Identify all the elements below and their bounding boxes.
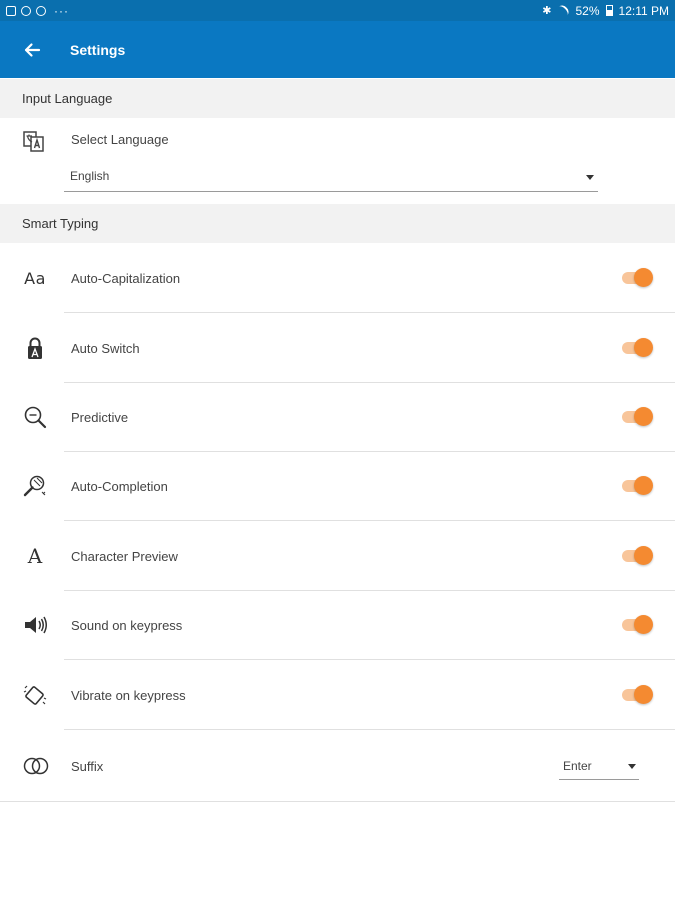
speaker-icon [25,616,47,634]
section-title: Input Language [22,91,113,106]
aa-text-icon: Aa [24,268,46,288]
setting-row-auto-completion: Auto-Completion [0,451,675,521]
select-language-label: Select Language [71,132,169,147]
app-notification-icon [21,5,31,16]
section-header-input-language: Input Language [0,79,675,118]
setting-label: Auto-Completion [71,479,168,494]
rings-icon [23,757,49,775]
setting-row-character-preview: A Character Preview [0,521,675,591]
setting-label: Auto-Capitalization [71,271,181,286]
magic-wand-icon [23,475,46,497]
setting-label: Sound on keypress [71,618,183,633]
status-bar: ··· ✱ 52% 12:11 PM [0,0,675,21]
setting-row-auto-capitalization: Aa Auto-Capitalization [0,243,675,313]
setting-row-sound-on-keypress: Sound on keypress [0,590,675,660]
suffix-dropdown-value: Enter [563,759,592,773]
toggle-thumb [634,407,653,426]
setting-row-vibrate-on-keypress: Vibrate on keypress [0,660,675,730]
setting-label: Suffix [71,759,104,774]
toggle-thumb [634,615,653,634]
setting-label: Character Preview [71,549,178,564]
sound-on-keypress-toggle[interactable] [622,615,653,634]
status-system: ✱ 52% 12:11 PM [542,2,669,19]
back-button[interactable] [0,21,64,78]
magnifier-icon [24,406,47,429]
setting-row-suffix: Suffix Enter [0,730,675,802]
toggle-thumb [634,546,653,565]
setting-row-predictive: Predictive [0,382,675,452]
app-bar: Settings [0,21,675,78]
bluetooth-icon: ✱ [542,5,552,17]
toggle-thumb [634,685,653,704]
setting-row-auto-switch: Auto Switch [0,313,675,383]
setting-label: Auto Switch [71,341,140,356]
language-dropdown-value: English [70,169,110,183]
sync-notification-icon [36,5,46,16]
vibrate-on-keypress-toggle[interactable] [622,685,653,704]
status-time: 12:11 PM [618,3,669,18]
auto-switch-toggle[interactable] [622,338,653,357]
letter-a-icon: A [27,544,43,568]
select-language-setting: Select Language English [0,118,675,204]
battery-percent: 52% [575,3,600,18]
predictive-toggle[interactable] [622,407,653,426]
more-notifications-icon: ··· [54,3,69,18]
language-dropdown[interactable]: English [64,164,598,192]
page-title: Settings [70,41,126,58]
character-preview-toggle[interactable] [622,546,653,565]
toggle-thumb [634,338,653,357]
gallery-notification-icon [6,5,16,16]
wifi-icon [555,2,572,19]
section-title: Smart Typing [22,216,99,231]
auto-completion-toggle[interactable] [622,476,653,495]
status-notifications: ··· [6,4,69,18]
auto-capitalization-toggle[interactable] [622,268,653,287]
setting-label: Vibrate on keypress [71,688,186,703]
section-header-smart-typing: Smart Typing [0,204,675,243]
setting-label: Predictive [71,410,129,425]
keyboard-lock-icon [28,337,42,359]
toggle-thumb [634,476,653,495]
toggle-thumb [634,268,653,287]
battery-icon [605,5,613,16]
translate-icon [23,131,44,152]
suffix-dropdown[interactable]: Enter [559,752,639,780]
arrow-left-icon [24,42,41,57]
chevron-down-icon [586,175,594,180]
vibrate-icon [23,685,47,705]
chevron-down-icon [628,764,636,769]
